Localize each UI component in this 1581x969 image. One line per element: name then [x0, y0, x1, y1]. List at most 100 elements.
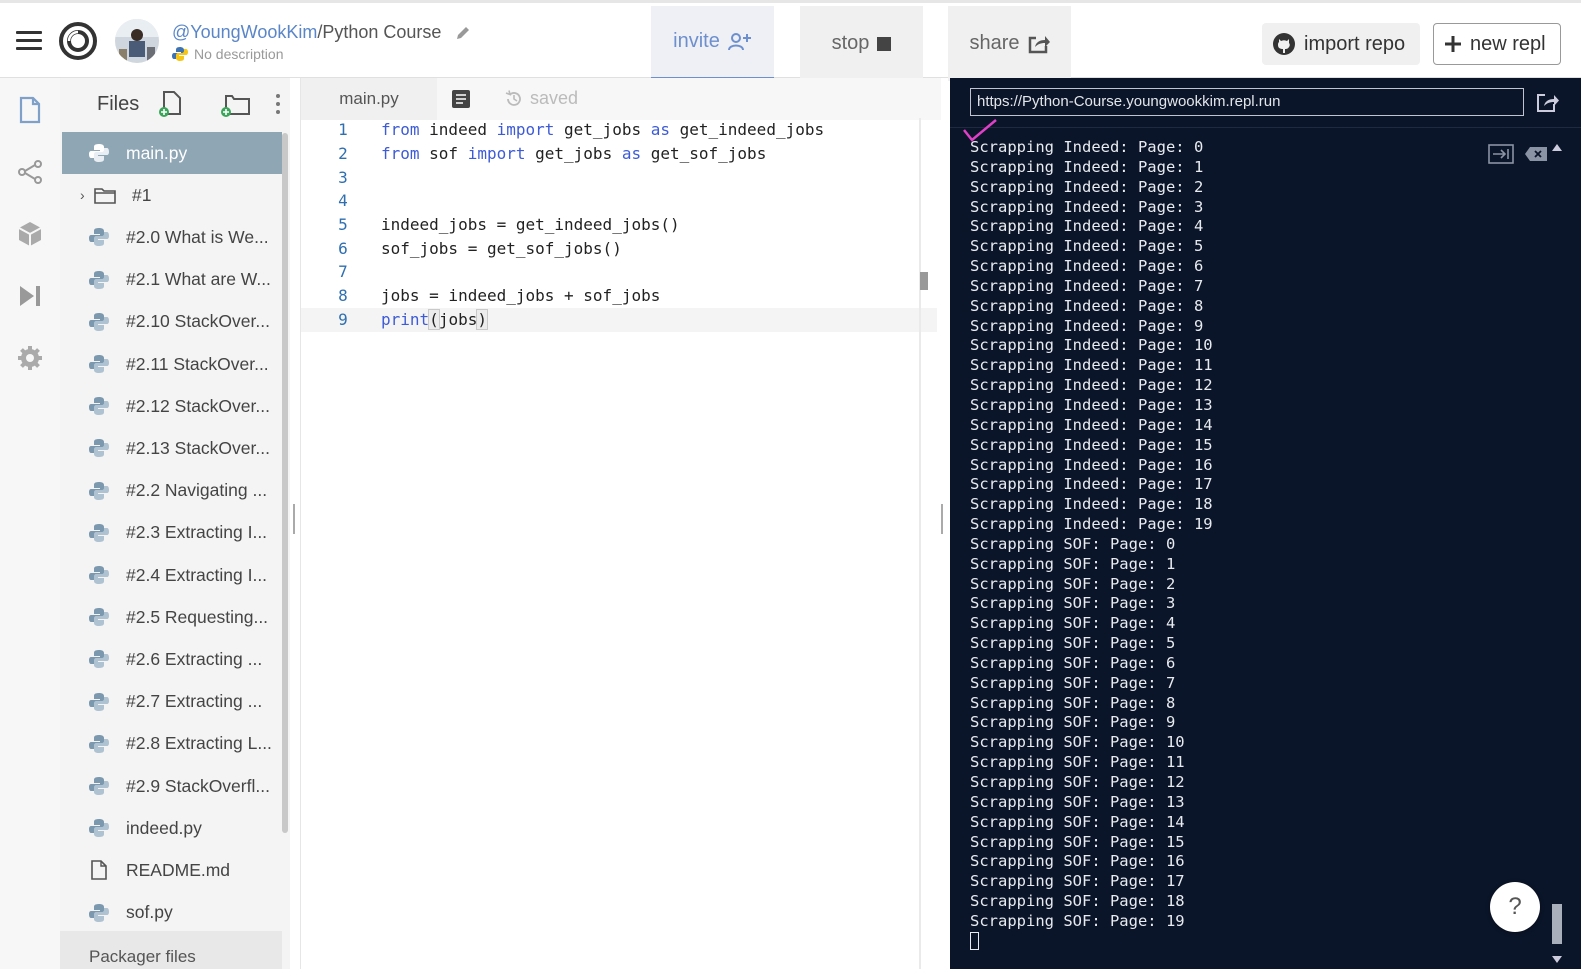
- clear-console-icon[interactable]: [1524, 146, 1548, 162]
- code-line[interactable]: 6 sof_jobs = get_sof_jobs(): [301, 237, 937, 261]
- saved-label: saved: [530, 88, 579, 108]
- file-item[interactable]: README.md: [62, 849, 282, 891]
- repl-url-field[interactable]: https://Python-Course.youngwookkim.repl.…: [970, 88, 1524, 116]
- code-line[interactable]: 4: [301, 189, 937, 213]
- file-item[interactable]: #2.12 StackOver...: [62, 385, 282, 427]
- code-text: from sof import get_jobs as get_sof_jobs: [381, 142, 766, 166]
- files-editor-resize-handle[interactable]: [293, 504, 295, 534]
- console-scrollbar-thumb[interactable]: [1552, 904, 1562, 944]
- file-item[interactable]: #2.1 What are W...: [62, 259, 282, 301]
- file-item[interactable]: #2.2 Navigating ...: [62, 470, 282, 512]
- file-item[interactable]: main.py: [62, 132, 282, 174]
- file-name: #2.7 Extracting ...: [126, 691, 263, 712]
- packages-icon[interactable]: [16, 220, 44, 248]
- share-label: share: [969, 32, 1020, 54]
- tab-main-py[interactable]: main.py: [301, 78, 437, 120]
- files-title: Files: [97, 93, 140, 115]
- new-file-icon[interactable]: [157, 90, 183, 118]
- share-connections-icon[interactable]: [16, 158, 44, 186]
- file-item[interactable]: #2.0 What is We...: [62, 216, 282, 258]
- document-icon[interactable]: [451, 89, 471, 109]
- console-line: Scrapping SOF: Page: 1: [970, 554, 1176, 573]
- code-line[interactable]: 3: [301, 166, 937, 190]
- code-area[interactable]: 1 from indeed import get_jobs as get_inde…: [301, 118, 937, 969]
- line-number: 4: [338, 191, 348, 210]
- repl-description[interactable]: No description: [172, 46, 284, 62]
- line-number: 9: [338, 310, 348, 329]
- file-name: #2.13 StackOver...: [126, 437, 270, 458]
- code-line[interactable]: 5 indeed_jobs = get_indeed_jobs(): [301, 213, 937, 237]
- code-line[interactable]: 7: [301, 260, 937, 284]
- files-icon[interactable]: [16, 96, 44, 124]
- enter-console-icon[interactable]: [1488, 144, 1514, 164]
- username-link[interactable]: @YoungWookKim: [172, 22, 317, 42]
- file-item[interactable]: #2.8 Extracting L...: [62, 723, 282, 765]
- console-prompt[interactable]: [970, 932, 1470, 952]
- console-line: Scrapping SOF: Page: 0: [970, 534, 1176, 553]
- invite-button[interactable]: invite: [651, 6, 774, 81]
- packager-files-section[interactable]: Packager files: [60, 931, 282, 969]
- function-token: print: [381, 310, 430, 329]
- settings-icon[interactable]: [16, 344, 44, 372]
- folder-item[interactable]: › #1: [62, 174, 282, 216]
- hamburger-menu-icon[interactable]: [16, 31, 42, 51]
- file-item[interactable]: #2.6 Extracting ...: [62, 638, 282, 680]
- console-output[interactable]: Scrapping Indeed: Page: 0 Scrapping Indee…: [970, 138, 1470, 952]
- more-options-icon[interactable]: [274, 92, 282, 116]
- file-name: indeed.py: [126, 817, 202, 838]
- file-item[interactable]: #2.13 StackOver...: [62, 427, 282, 469]
- file-name: #2.9 StackOverfl...: [126, 775, 270, 796]
- keyword-token: import: [496, 120, 555, 139]
- saved-status: saved: [504, 88, 578, 109]
- code-line[interactable]: 2 from sof import get_jobs as get_sof_job…: [301, 142, 937, 166]
- chevron-right-icon[interactable]: ›: [80, 187, 90, 203]
- keyword-token: from: [381, 144, 420, 163]
- folder-icon: [94, 188, 116, 204]
- file-item[interactable]: sof.py: [62, 892, 282, 934]
- console-line: Scrapping Indeed: Page: 8: [970, 296, 1204, 315]
- repl-title: @YoungWookKim/Python Course: [172, 22, 472, 43]
- console-line: Scrapping SOF: Page: 18: [970, 892, 1185, 911]
- file-item[interactable]: #2.11 StackOver...: [62, 343, 282, 385]
- replit-logo-icon[interactable]: [58, 21, 98, 61]
- file-item[interactable]: #2.4 Extracting I...: [62, 554, 282, 596]
- text-cursor: [970, 932, 979, 951]
- code-line[interactable]: 1 from indeed import get_jobs as get_inde…: [301, 118, 937, 142]
- help-button[interactable]: ?: [1490, 882, 1540, 932]
- matched-paren: (: [428, 309, 440, 330]
- debugger-icon[interactable]: [16, 282, 44, 310]
- file-item[interactable]: #2.7 Extracting ...: [62, 681, 282, 723]
- editor-scrollbar-track[interactable]: [919, 118, 921, 969]
- file-item[interactable]: #2.10 StackOver...: [62, 301, 282, 343]
- code-line[interactable]: 9 print(jobs): [301, 308, 937, 332]
- code-line[interactable]: 8 jobs = indeed_jobs + sof_jobs: [301, 284, 937, 308]
- editor-console-resize-handle[interactable]: [941, 504, 943, 534]
- file-item[interactable]: #2.5 Requesting...: [62, 596, 282, 638]
- line-number: 3: [338, 168, 348, 187]
- editor-scrollbar-thumb[interactable]: [920, 272, 928, 290]
- file-item[interactable]: #2.3 Extracting I...: [62, 512, 282, 554]
- python-file-icon: [89, 397, 109, 416]
- import-repo-button[interactable]: import repo: [1262, 23, 1420, 65]
- code-editor: main.py saved 1 from indeed import get_jo…: [300, 78, 941, 969]
- file-name: #2.3 Extracting I...: [126, 522, 268, 543]
- stop-button[interactable]: stop: [800, 6, 923, 81]
- console-scrollbar[interactable]: [1551, 144, 1563, 964]
- open-in-new-tab-icon[interactable]: [1535, 92, 1559, 114]
- new-repl-button[interactable]: new repl: [1433, 23, 1561, 65]
- repl-name[interactable]: Python Course: [322, 22, 441, 42]
- console-divider: [950, 127, 1581, 128]
- file-item[interactable]: indeed.py: [62, 807, 282, 849]
- files-scrollbar[interactable]: [282, 133, 288, 833]
- stop-label: stop: [831, 32, 870, 54]
- file-name: #2.10 StackOver...: [126, 311, 270, 332]
- console-line: Scrapping SOF: Page: 6: [970, 653, 1176, 672]
- avatar[interactable]: [115, 19, 159, 63]
- file-item[interactable]: #2.9 StackOverfl...: [62, 765, 282, 807]
- pencil-icon[interactable]: [454, 24, 472, 42]
- new-folder-icon[interactable]: [218, 90, 252, 118]
- console-line: Scrapping Indeed: Page: 15: [970, 435, 1213, 454]
- scroll-up-arrow-icon[interactable]: [1552, 144, 1562, 151]
- scroll-down-arrow-icon[interactable]: [1552, 956, 1562, 963]
- share-button[interactable]: share: [948, 6, 1071, 81]
